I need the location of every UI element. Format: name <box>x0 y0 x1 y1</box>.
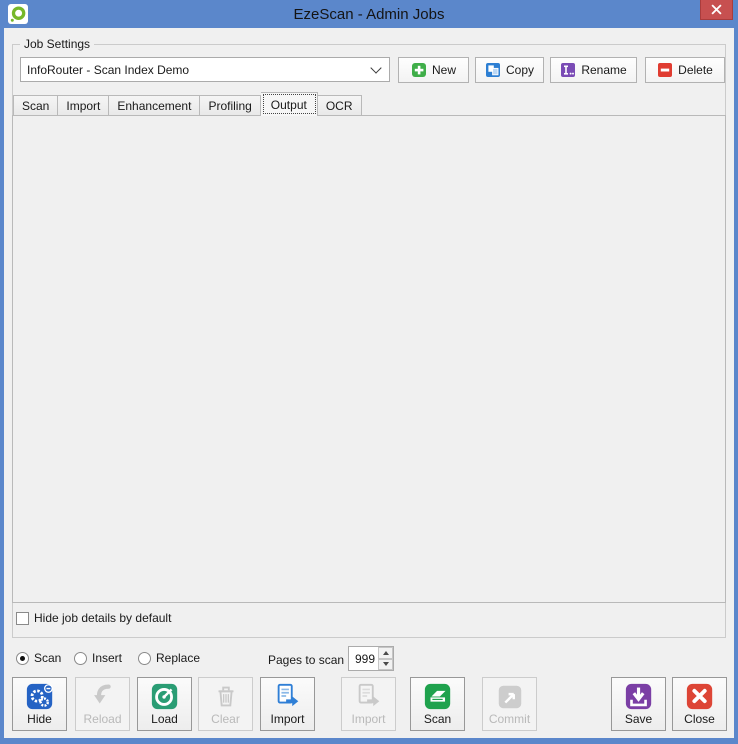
clear-button[interactable]: Clear <box>198 677 253 731</box>
radio-label: Insert <box>92 651 122 665</box>
new-job-button[interactable]: New <box>398 57 469 83</box>
hide-settings-icon <box>24 681 56 711</box>
close-icon <box>684 681 716 711</box>
tab-enhancement[interactable]: Enhancement <box>109 95 200 116</box>
delete-icon <box>657 62 673 78</box>
save-button[interactable]: Save <box>611 677 666 731</box>
tab-import[interactable]: Import <box>58 95 109 116</box>
job-settings-legend: Job Settings <box>20 37 94 51</box>
tab-output[interactable]: Output <box>261 92 318 116</box>
checkbox-box <box>16 612 29 625</box>
ezescan-logo-icon <box>8 4 28 24</box>
radio-button <box>16 652 29 665</box>
pages-to-scan-label: Pages to scan <box>268 653 344 667</box>
job-select[interactable]: InfoRouter - Scan Index Demo <box>20 57 390 82</box>
close-button[interactable]: Close <box>672 677 727 731</box>
titlebar: EzeScan - Admin Jobs <box>0 0 738 28</box>
import-icon <box>272 681 304 711</box>
copy-button-label: Copy <box>506 63 534 77</box>
reload-icon <box>87 681 119 711</box>
close-icon <box>711 4 722 15</box>
spin-up-icon[interactable] <box>378 647 393 659</box>
rename-button-label: Rename <box>581 63 626 77</box>
clear-trash-icon <box>210 681 242 711</box>
import-disabled-button[interactable]: Import <box>341 677 396 731</box>
radio-insert[interactable]: Insert <box>74 651 122 665</box>
checkbox-hide-job-details[interactable]: Hide job details by default <box>16 611 171 625</box>
tab-profiling[interactable]: Profiling <box>200 95 260 116</box>
load-icon <box>149 681 181 711</box>
copy-job-button[interactable]: Copy <box>475 57 544 83</box>
radio-label: Scan <box>34 651 61 665</box>
scan-icon <box>422 681 454 711</box>
admin-jobs-window: EzeScan - Admin Jobs Job Settings InfoRo… <box>0 0 738 744</box>
import-button[interactable]: Import <box>260 677 315 731</box>
pages-to-scan-spinner[interactable]: 999 <box>348 646 394 671</box>
delete-job-button[interactable]: Delete <box>645 57 725 83</box>
window-title: EzeScan - Admin Jobs <box>294 6 445 23</box>
checkbox-label: Hide job details by default <box>34 611 171 625</box>
job-select-value: InfoRouter - Scan Index Demo <box>27 63 189 77</box>
radio-label: Replace <box>156 651 200 665</box>
output-tab-panel <box>12 115 726 603</box>
copy-icon <box>485 62 501 78</box>
delete-button-label: Delete <box>678 63 713 77</box>
radio-button <box>138 652 151 665</box>
new-icon <box>411 62 427 78</box>
close-window-button[interactable] <box>700 0 733 20</box>
load-button[interactable]: Load <box>137 677 192 731</box>
spin-down-icon[interactable] <box>378 659 393 671</box>
tab-ocr[interactable]: OCR <box>318 95 362 116</box>
import-icon <box>353 681 385 711</box>
scan-button[interactable]: Scan <box>410 677 465 731</box>
hide-button[interactable]: Hide <box>12 677 67 731</box>
radio-scan[interactable]: Scan <box>16 651 61 665</box>
rename-icon <box>560 62 576 78</box>
commit-icon <box>494 681 526 711</box>
reload-button[interactable]: Reload <box>75 677 130 731</box>
rename-job-button[interactable]: Rename <box>550 57 637 83</box>
chevron-down-icon <box>370 62 381 73</box>
pages-to-scan-value: 999 <box>349 647 378 670</box>
save-icon <box>623 681 655 711</box>
new-button-label: New <box>432 63 456 77</box>
radio-replace[interactable]: Replace <box>138 651 200 665</box>
tab-scan[interactable]: Scan <box>13 95 58 116</box>
commit-button[interactable]: Commit <box>482 677 537 731</box>
tab-strip: Scan Import Enhancement Profiling Output… <box>13 93 362 116</box>
radio-button <box>74 652 87 665</box>
